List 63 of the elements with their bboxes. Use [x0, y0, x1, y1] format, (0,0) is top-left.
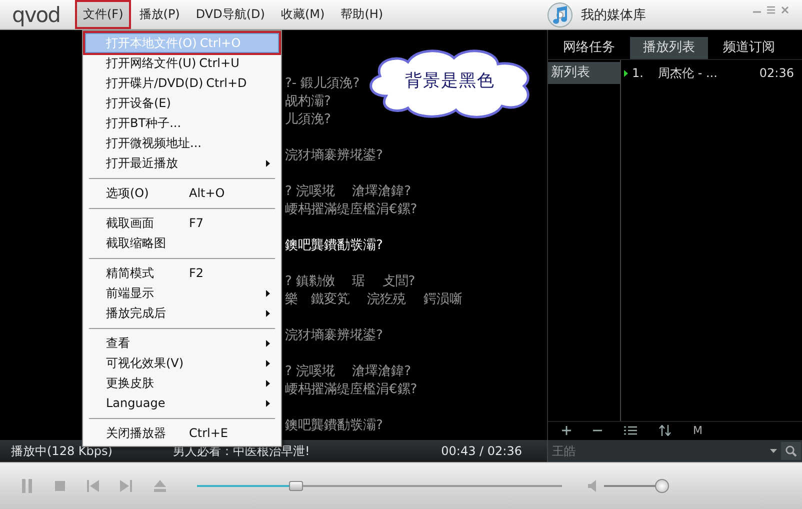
add-icon[interactable] [562, 426, 571, 434]
lyric-line: ? 浣嗘埖 滄墿滄鍏? [285, 183, 412, 201]
menu-item[interactable]: 选项(O) Alt+O [85, 183, 279, 203]
lyric-line: 崾杩擢滿缇庢檻涓€鏍? [285, 381, 418, 399]
playback-status: 播放中(128 Kbps) [11, 442, 114, 460]
track-duration: 02:36 [759, 66, 795, 80]
menu-item[interactable]: 精简模式 F2 [85, 263, 279, 283]
menu-item[interactable]: 可视化效果(V) [85, 353, 279, 373]
lyric-line: 浣犲墒褰辨埖鍙? [285, 147, 383, 165]
menu-item[interactable]: 更换皮肤 [85, 373, 279, 393]
lyric-line: ? 浣嗘埖 滄墿滄鍏? [285, 363, 412, 381]
track-number: 1. [632, 66, 644, 80]
menu-item[interactable]: 打开最近播放 [85, 153, 279, 173]
menu-item[interactable]: 打开碟片/DVD(D) Ctrl+D [85, 73, 279, 93]
lyric-line: ?- 鍛儿須浼? [285, 75, 360, 93]
callout-text: 背景是黑色 [405, 70, 495, 92]
track-title[interactable]: 周杰伦 - ... [658, 64, 760, 82]
menu-item[interactable]: 关闭播放器 Ctrl+E [85, 423, 279, 443]
sort-icon[interactable] [659, 424, 671, 436]
menu-bar-item[interactable]: 文件(F) [75, 0, 132, 29]
lyric-line: 浣犲墒褰辨埖鍙? [285, 327, 383, 345]
lyric-line: 崾杩擢滿缇庢檻涓€鏍? [285, 201, 418, 219]
previous-icon[interactable] [87, 479, 99, 493]
eject-icon[interactable] [153, 479, 167, 493]
menu-item[interactable]: 播放完成后 [85, 303, 279, 323]
menu-item[interactable]: 查看 [85, 333, 279, 353]
pause-icon[interactable] [21, 479, 33, 493]
menu-bar-item[interactable]: DVD导航(D) [188, 0, 273, 29]
seek-thumb[interactable] [288, 481, 303, 491]
next-icon[interactable] [120, 479, 132, 493]
menu-bar-item[interactable]: 收藏(M) [272, 0, 333, 29]
logo: qvod [11, 2, 61, 26]
menu-item[interactable]: 打开微视频地址... [85, 133, 279, 153]
playback-time: 00:43 / 02:36 [441, 444, 523, 458]
menu-item[interactable]: 前端显示 [85, 283, 279, 303]
tab[interactable]: 频道订阅 [710, 37, 788, 59]
list-icon[interactable] [624, 426, 637, 434]
volume-thumb[interactable] [655, 479, 669, 493]
menu-item[interactable]: 截取画面 F7 [85, 213, 279, 233]
lyric-line: 樂 鐵変笂 浣犵殑 鍔涢噺 [285, 291, 462, 309]
close-icon[interactable] [780, 5, 790, 15]
mode-toggle[interactable]: M [693, 424, 702, 436]
dropdown-caret-icon[interactable] [770, 449, 777, 453]
menu-item[interactable]: 打开网络文件(U) Ctrl+U [85, 53, 279, 73]
menu-item[interactable]: Language [85, 393, 279, 413]
search-icon[interactable] [785, 445, 797, 457]
library-title: 我的媒体库 [581, 6, 646, 24]
lyric-line: ? 鎮勬傚 琚 攴閭? [285, 273, 416, 291]
menu-bar-item[interactable]: 播放(P) [131, 0, 188, 29]
lyric-line: 鐭吧龔鐨勫彂灞? [285, 237, 383, 255]
lyric-line: 觇杓灞? [285, 93, 331, 111]
lyric-line: 鐭吧龔鐨勫彂灞? [285, 417, 383, 435]
menu-item[interactable]: 打开BT种子... [85, 113, 279, 133]
tab[interactable]: 网络任务 [550, 37, 628, 59]
playlist-name[interactable]: 新列表 [548, 62, 620, 84]
lyric-line: 儿須浼? [285, 111, 331, 129]
tab[interactable]: 播放列表 [630, 37, 708, 59]
menu-item[interactable]: 打开设备(E) [85, 93, 279, 113]
stop-icon[interactable] [54, 479, 66, 493]
menu-item[interactable]: 截取缩略图 [85, 233, 279, 253]
maximize-icon[interactable] [766, 5, 776, 15]
music-note-disc-icon [547, 2, 573, 28]
menu-bar-item[interactable]: 帮助(H) [332, 0, 392, 29]
